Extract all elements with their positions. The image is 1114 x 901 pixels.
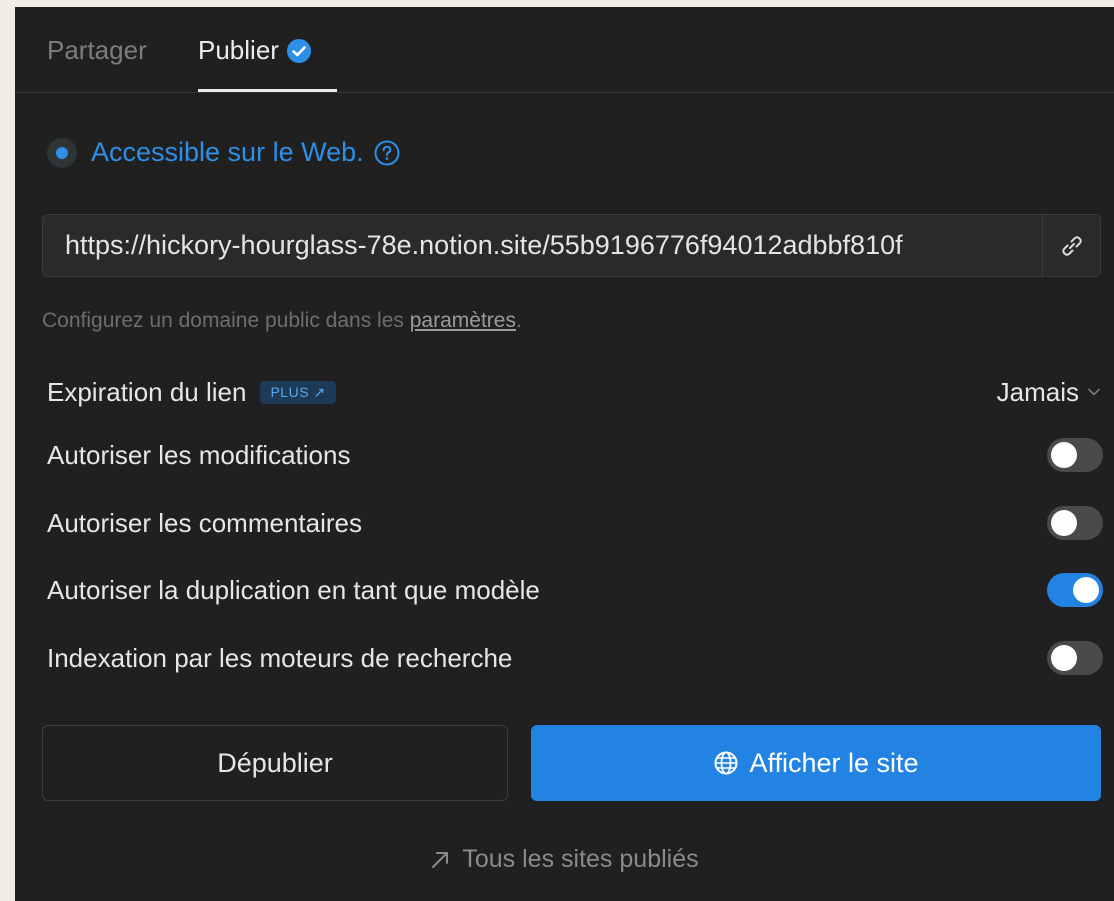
link-expiration-label: Expiration du lien <box>47 376 247 407</box>
view-site-button[interactable]: Afficher le site <box>531 725 1101 801</box>
link-expiration-row: Expiration du lien PLUS ↗ Jamais <box>47 372 1101 412</box>
search-indexing-row: Indexation par les moteurs de recherche <box>47 638 1103 678</box>
allow-duplicate-row: Autoriser la duplication en tant que mod… <box>47 570 1103 610</box>
publish-panel: Partager Publier Accessible sur le Web. … <box>15 7 1114 901</box>
allow-edit-label: Autoriser les modifications <box>47 439 351 470</box>
all-published-sites-link[interactable]: Tous les sites publiés <box>15 845 1114 874</box>
web-access-radio[interactable]: Accessible sur le Web. <box>47 137 400 168</box>
link-icon <box>1061 235 1082 256</box>
web-access-label: Accessible sur le Web. <box>91 137 364 167</box>
help-icon[interactable] <box>374 140 400 166</box>
allow-edit-row: Autoriser les modifications <box>47 435 1103 475</box>
allow-edit-toggle[interactable] <box>1047 438 1103 472</box>
allow-comments-label: Autoriser les commentaires <box>47 507 362 538</box>
toggle-knob <box>1051 510 1077 536</box>
domain-hint-text: Configurez un domaine public dans les <box>42 309 410 332</box>
tab-publish[interactable]: Publier <box>198 35 311 66</box>
settings-link[interactable]: paramètres <box>410 309 516 332</box>
tab-share[interactable]: Partager <box>47 35 147 66</box>
globe-icon <box>714 751 738 775</box>
tab-share-label: Partager <box>47 35 147 65</box>
expiration-value: Jamais <box>996 376 1079 407</box>
toggle-knob <box>1073 577 1099 603</box>
check-circle-icon <box>286 38 311 63</box>
view-site-label: Afficher le site <box>749 747 919 778</box>
search-indexing-toggle[interactable] <box>1047 641 1103 675</box>
link-expiration-label-group: Expiration du lien PLUS ↗ <box>47 377 336 408</box>
plus-badge[interactable]: PLUS ↗ <box>260 380 336 404</box>
allow-comments-toggle[interactable] <box>1047 506 1103 540</box>
tab-bar: Partager Publier <box>15 7 1114 93</box>
active-tab-indicator <box>198 89 337 92</box>
allow-duplicate-label: Autoriser la duplication en tant que mod… <box>47 574 540 605</box>
unpublish-label: Dépublier <box>217 747 333 778</box>
expiration-select[interactable]: Jamais <box>997 377 1101 408</box>
search-indexing-label: Indexation par les moteurs de recherche <box>47 642 513 673</box>
toggle-knob <box>1051 645 1077 671</box>
chevron-down-icon <box>1088 388 1100 396</box>
url-field[interactable]: https://hickory-hourglass-78e.notion.sit… <box>42 214 1101 277</box>
public-url-text[interactable]: https://hickory-hourglass-78e.notion.sit… <box>65 230 1045 261</box>
unpublish-button[interactable]: Dépublier <box>42 725 508 801</box>
arrow-up-right-icon <box>432 851 449 868</box>
toggle-knob <box>1051 442 1077 468</box>
allow-duplicate-toggle[interactable] <box>1047 573 1103 607</box>
domain-hint-suffix: . <box>515 309 522 332</box>
domain-hint: Configurez un domaine public dans les pa… <box>42 309 522 333</box>
all-sites-label: Tous les sites publiés <box>462 845 699 873</box>
allow-comments-row: Autoriser les commentaires <box>47 503 1103 543</box>
tab-publish-label: Publier <box>198 35 279 65</box>
copy-link-button[interactable] <box>1042 215 1100 276</box>
radio-selected-icon[interactable] <box>47 137 77 168</box>
